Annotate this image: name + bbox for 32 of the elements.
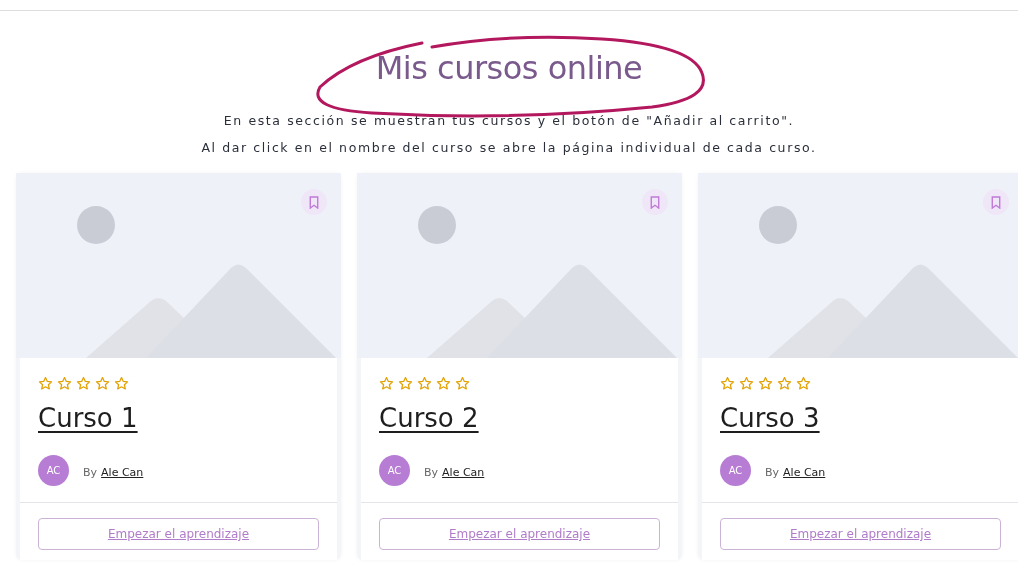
author-avatar: AC <box>38 455 69 486</box>
course-title-link[interactable]: Curso 2 <box>379 403 479 433</box>
star-icon <box>455 376 470 391</box>
star-icon <box>720 376 735 391</box>
course-title-link[interactable]: Curso 1 <box>38 403 138 433</box>
star-icon <box>76 376 91 391</box>
author-link[interactable]: Ale Can <box>101 466 144 479</box>
section-description: En esta sección se muestran tus cursos y el botón de "Añadir al carrito". Al dar click en el nombre del curso se abre la página individual de cada curso. <box>201 112 817 157</box>
page-title: Mis cursos online <box>375 49 643 87</box>
star-icon <box>739 376 754 391</box>
bookmark-icon <box>649 195 661 209</box>
star-icon <box>398 376 413 391</box>
by-label: By <box>424 466 439 479</box>
bookmark-icon <box>308 195 320 209</box>
star-icon <box>436 376 451 391</box>
star-icon <box>38 376 53 391</box>
author-link[interactable]: Ale Can <box>783 466 826 479</box>
star-icon <box>777 376 792 391</box>
author-link[interactable]: Ale Can <box>442 466 485 479</box>
author-avatar: AC <box>720 455 751 486</box>
star-icon <box>758 376 773 391</box>
star-icon <box>417 376 432 391</box>
course-title-link[interactable]: Curso 3 <box>720 403 820 433</box>
star-icon <box>95 376 110 391</box>
author-avatar: AC <box>379 455 410 486</box>
by-label: By <box>765 466 780 479</box>
star-icon <box>114 376 129 391</box>
by-label: By <box>83 466 98 479</box>
star-icon <box>796 376 811 391</box>
star-icon <box>379 376 394 391</box>
bookmark-icon <box>990 195 1002 209</box>
star-icon <box>57 376 72 391</box>
